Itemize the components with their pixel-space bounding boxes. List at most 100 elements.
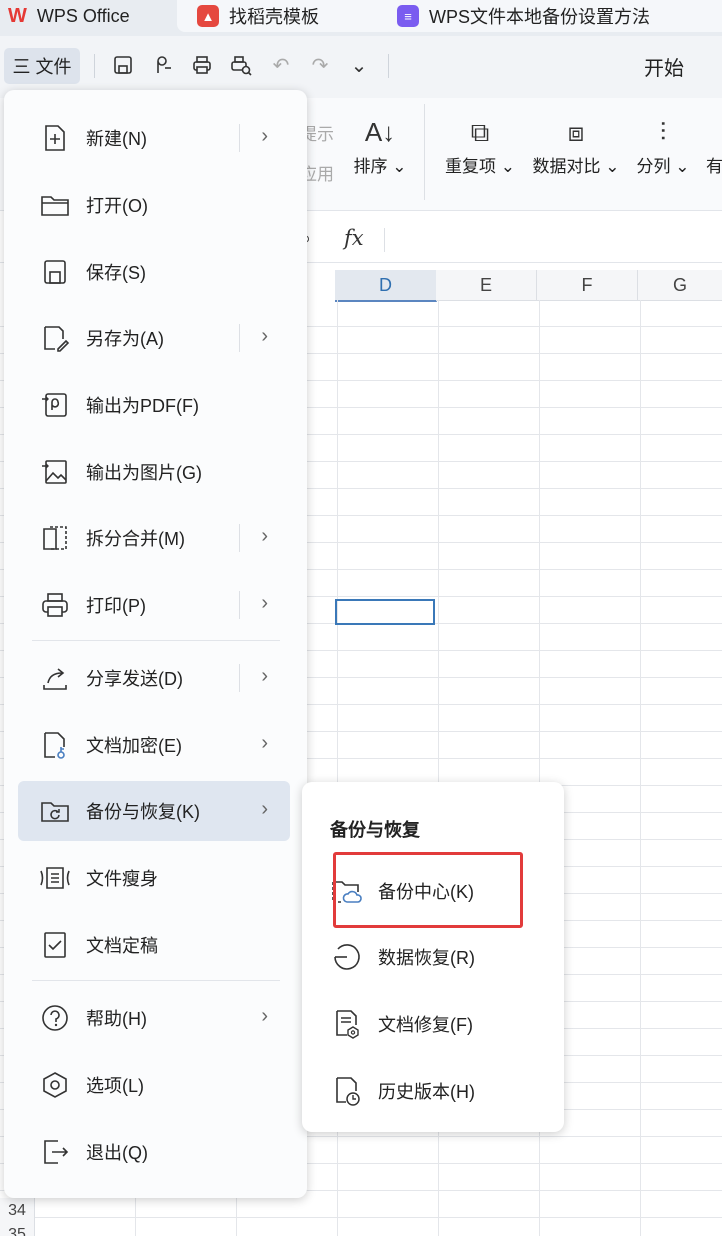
compare-label: 数据对比 [532,157,601,176]
exit-icon [38,1135,72,1169]
save-icon[interactable] [110,52,136,78]
menu-item-share[interactable]: 分享发送(D) › [18,648,290,708]
menu-item-export-pdf[interactable]: 输出为PDF(F) [18,375,290,435]
column-header-d[interactable]: D [335,270,437,302]
chevron-right-icon[interactable]: › [261,592,268,615]
chevron-right-icon[interactable]: › [261,1005,268,1028]
menu-separator [239,124,240,152]
print-icon [38,588,72,622]
column-header-e[interactable]: E [436,270,537,301]
submenu-item-doc-repair[interactable]: 文档修复(F) [330,999,550,1049]
menu-item-label: 打印(P) [86,596,146,616]
toolbar-divider [94,54,95,78]
menu-item-backup-restore[interactable]: 备份与恢复(K) › [18,781,290,841]
redo-icon[interactable]: ↷ [307,52,333,78]
duplicates-label: 重复项 [445,157,497,176]
menu-item-slim[interactable]: 文件瘦身 [18,848,290,908]
chevron-right-icon[interactable]: › [261,732,268,755]
tab-start[interactable]: 开始 [644,52,684,81]
menu-item-save-as[interactable]: 另存为(A) › [18,308,290,368]
slim-icon [38,861,72,895]
row-header[interactable]: 35 [0,1224,35,1236]
menu-item-label: 文档加密(E) [86,736,182,756]
column-header-g[interactable]: G [638,270,722,301]
selected-cell[interactable] [335,599,435,625]
menu-item-label: 分享发送(D) [86,669,183,689]
docer-icon: ▲ [197,5,219,27]
split-column-button[interactable]: ⫶ 分列 ⌄ [636,112,690,177]
menu-item-help[interactable]: 帮助(H) › [18,988,290,1048]
wps-logo-icon: W [8,4,27,27]
folder-open-icon [38,188,72,222]
menu-item-label: 选项(L) [86,1076,144,1096]
menu-separator [239,591,240,619]
sort-icon: A↓ [364,117,396,147]
data-recovery-icon [330,940,364,974]
print-preview-icon[interactable] [228,52,254,78]
menu-item-print[interactable]: 打印(P) › [18,575,290,635]
menu-item-split-merge[interactable]: 拆分合并(M) › [18,508,290,568]
submenu-item-history-version[interactable]: 历史版本(H) [330,1066,550,1116]
menu-item-save[interactable]: 保存(S) [18,242,290,302]
tab-wps-office[interactable]: W WPS Office [0,0,173,32]
share-icon [38,661,72,695]
menu-separator [239,324,240,352]
print-icon[interactable] [189,52,215,78]
menu-separator [239,524,240,552]
save-icon [38,255,72,289]
menu-item-finalize[interactable]: 文档定稿 [18,915,290,975]
file-menu: 新建(N) › 打开(O) 保存(S) 另存为(A) › 输出为PDF(F) 输… [4,90,307,1198]
sort-button[interactable]: A↓ 排序 ⌄ [352,112,408,177]
history-version-icon [330,1074,364,1108]
chevron-right-icon[interactable]: › [261,525,268,548]
menu-item-label: 输出为图片(G) [86,463,202,483]
sort-label: 排序 [353,157,388,176]
highlight-box [333,852,523,928]
tab-document[interactable]: ≡ WPS文件本地备份设置方法 [383,0,722,32]
submenu-item-data-recovery[interactable]: 数据恢复(R) [330,932,550,982]
formula-divider [384,228,385,252]
duplicates-button[interactable]: ⧉ 重复项 ⌄ [444,112,516,177]
chevron-right-icon[interactable]: › [261,125,268,148]
column-header-f[interactable]: F [537,270,638,301]
menu-item-encrypt[interactable]: 文档加密(E) › [18,715,290,775]
menu-item-open[interactable]: 打开(O) [18,175,290,235]
tab-docer-templates[interactable]: ▲ 找稻壳模板 [177,0,395,32]
new-file-icon [38,121,72,155]
menu-item-label: 备份与恢复(K) [86,802,200,822]
menu-item-label: 新建(N) [86,129,147,149]
chevron-right-icon[interactable]: › [261,325,268,348]
submenu-title: 备份与恢复 [330,820,420,840]
chevron-right-icon[interactable]: › [261,665,268,688]
tab-label: 找稻壳模板 [229,7,319,27]
ribbon-divider [424,104,425,200]
menu-divider [32,980,280,981]
chevron-down-icon[interactable]: ⌄ [346,52,372,78]
chevron-right-icon[interactable]: › [261,798,268,821]
menu-item-label: 另存为(A) [86,329,164,349]
finalize-icon [38,928,72,962]
submenu-item-label: 历史版本(H) [378,1082,475,1102]
menu-item-new[interactable]: 新建(N) › [18,108,290,168]
menu-item-exit[interactable]: 退出(Q) [18,1122,290,1182]
submenu-item-label: 文档修复(F) [378,1015,473,1035]
menu-item-label: 帮助(H) [86,1009,147,1029]
menu-item-options[interactable]: 选项(L) [18,1055,290,1115]
fx-icon[interactable]: fx [344,226,364,250]
menu-item-export-image[interactable]: 输出为图片(G) [18,442,290,502]
export-pdf-icon[interactable] [150,52,176,78]
menu-divider [32,640,280,641]
save-as-icon [38,321,72,355]
menu-item-label: 输出为PDF(F) [86,396,199,416]
export-image-icon [38,455,72,489]
undo-icon[interactable]: ↶ [268,52,294,78]
split-label: 分列 [636,157,671,176]
file-menu-label: 三 文件 [12,57,72,77]
ribbon-more[interactable]: 有 [706,152,722,177]
duplicates-icon: ⧉ [470,117,490,147]
tab-label: WPS文件本地备份设置方法 [429,7,650,27]
menu-item-label: 文件瘦身 [86,869,158,889]
compare-button[interactable]: ⧈ 数据对比 ⌄ [532,112,620,177]
file-menu-button[interactable]: 三 文件 [4,48,80,84]
row-header[interactable]: 34 [0,1198,35,1224]
